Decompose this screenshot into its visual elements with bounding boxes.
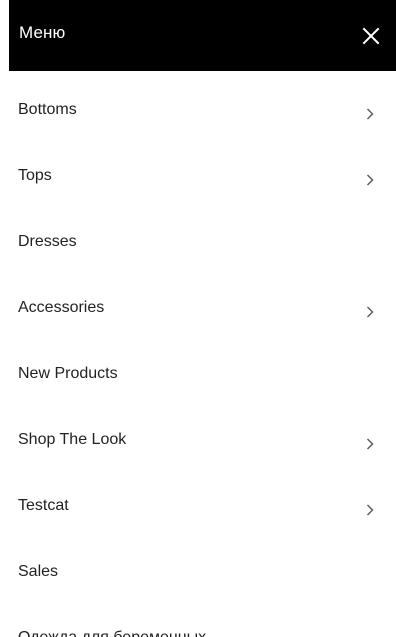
menu-item-shop-the-look[interactable]: Shop The Look — [0, 401, 396, 467]
close-icon — [362, 27, 380, 45]
menu-item-label: Одежда для беременных — [18, 628, 206, 637]
menu-item-sales[interactable]: Sales — [0, 533, 396, 599]
menu-title: Меню — [19, 23, 66, 42]
menu-header: Меню — [9, 0, 396, 71]
chevron-right-icon — [365, 437, 375, 451]
menu-item-dresses[interactable]: Dresses — [0, 203, 396, 269]
menu-item-label: New Products — [18, 365, 118, 382]
menu-item-label: Testcat — [18, 497, 69, 514]
menu-item-label: Tops — [18, 167, 52, 184]
menu-list: Bottoms Tops Dresses Accessories New Pro… — [0, 71, 396, 637]
menu-item-tops[interactable]: Tops — [0, 137, 396, 203]
menu-item-new-products[interactable]: New Products — [0, 335, 396, 401]
navigation-menu: Меню Bottoms Tops Dresses Accessories Ne… — [0, 0, 396, 637]
menu-item-label: Accessories — [18, 299, 105, 316]
menu-item-label: Shop The Look — [18, 431, 127, 448]
close-button[interactable] — [362, 27, 380, 45]
menu-item-label: Sales — [18, 563, 59, 580]
chevron-right-icon — [365, 305, 375, 319]
chevron-right-icon — [365, 173, 375, 187]
menu-item-maternity-clothing[interactable]: Одежда для беременных — [0, 599, 396, 637]
menu-item-testcat[interactable]: Testcat — [0, 467, 396, 533]
menu-item-label: Bottoms — [18, 101, 77, 118]
menu-item-label: Dresses — [18, 233, 77, 250]
menu-item-accessories[interactable]: Accessories — [0, 269, 396, 335]
chevron-right-icon — [365, 503, 375, 517]
menu-item-bottoms[interactable]: Bottoms — [0, 71, 396, 137]
chevron-right-icon — [365, 107, 375, 121]
